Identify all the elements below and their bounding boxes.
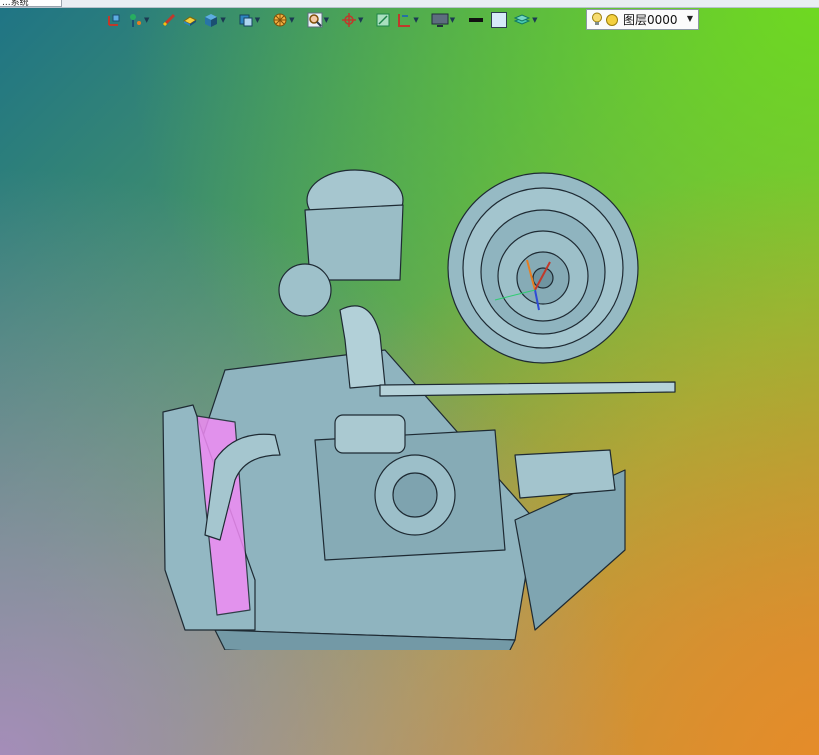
line-color-button[interactable]: [465, 10, 487, 30]
box-button[interactable]: ▼: [201, 10, 227, 30]
solid-button[interactable]: [180, 10, 200, 30]
dropdown-arrow-icon[interactable]: ▼: [687, 14, 693, 23]
dimension-button[interactable]: ▼: [394, 10, 420, 30]
section-icon: [376, 13, 390, 27]
chevron-down-icon: ▼: [357, 15, 364, 24]
lightbulb-icon[interactable]: [591, 12, 603, 27]
axis-icon: [341, 13, 356, 27]
layer-visible-icon[interactable]: [605, 13, 619, 27]
pin-icon: [130, 14, 141, 27]
turbocharger: [278, 263, 332, 317]
chevron-down-icon: ▼: [532, 15, 538, 24]
chevron-down-icon: ▼: [254, 15, 261, 24]
chevron-down-icon: ▼: [289, 15, 295, 24]
render-button[interactable]: ▼: [270, 10, 296, 30]
engine-3d-model[interactable]: [155, 160, 685, 650]
ucs-button[interactable]: [104, 10, 124, 30]
display-button[interactable]: ▼: [429, 10, 457, 30]
axis-button[interactable]: ▼: [339, 10, 365, 30]
layer-selector[interactable]: 图层0000 ▼: [586, 9, 699, 30]
section-button[interactable]: [373, 10, 393, 30]
zoom-icon: [307, 12, 323, 28]
dipstick-tube: [379, 381, 676, 397]
line-color-icon: [469, 18, 484, 22]
chevron-down-icon: ▼: [413, 15, 419, 24]
pin-button[interactable]: ▼: [125, 10, 151, 30]
fill-color-button[interactable]: [488, 10, 510, 30]
chevron-down-icon: ▼: [220, 15, 226, 24]
sketch-icon: [163, 13, 176, 27]
chevron-down-icon: ▼: [449, 15, 456, 24]
view-cube-icon: [239, 14, 253, 27]
layer-stack-button[interactable]: ▼: [511, 10, 539, 30]
chevron-down-icon: ▼: [323, 15, 329, 24]
title-strip: ...系统: [0, 0, 819, 8]
view-cube-button[interactable]: ▼: [236, 10, 262, 30]
ucs-icon: [108, 14, 120, 26]
render-icon: [273, 13, 287, 27]
layer-name: 图层0000: [623, 13, 678, 27]
solid-icon: [183, 16, 198, 26]
chevron-down-icon: ▼: [144, 15, 150, 24]
document-tab[interactable]: ...系统: [0, 0, 62, 7]
sketch-button[interactable]: [159, 10, 179, 30]
display-icon: [431, 13, 449, 27]
dimension-icon: [398, 14, 411, 27]
box-icon: [205, 14, 218, 27]
view-toolbar: ▼ ▼ ▼ ▼ ▼ ▼ ▼ ▼ ▼: [104, 9, 540, 31]
oil-filter: [334, 414, 406, 454]
starter-motor: [514, 449, 616, 499]
layer-stack-icon: [513, 14, 531, 25]
fill-color-icon: [491, 12, 508, 28]
zoom-button[interactable]: ▼: [305, 10, 331, 30]
